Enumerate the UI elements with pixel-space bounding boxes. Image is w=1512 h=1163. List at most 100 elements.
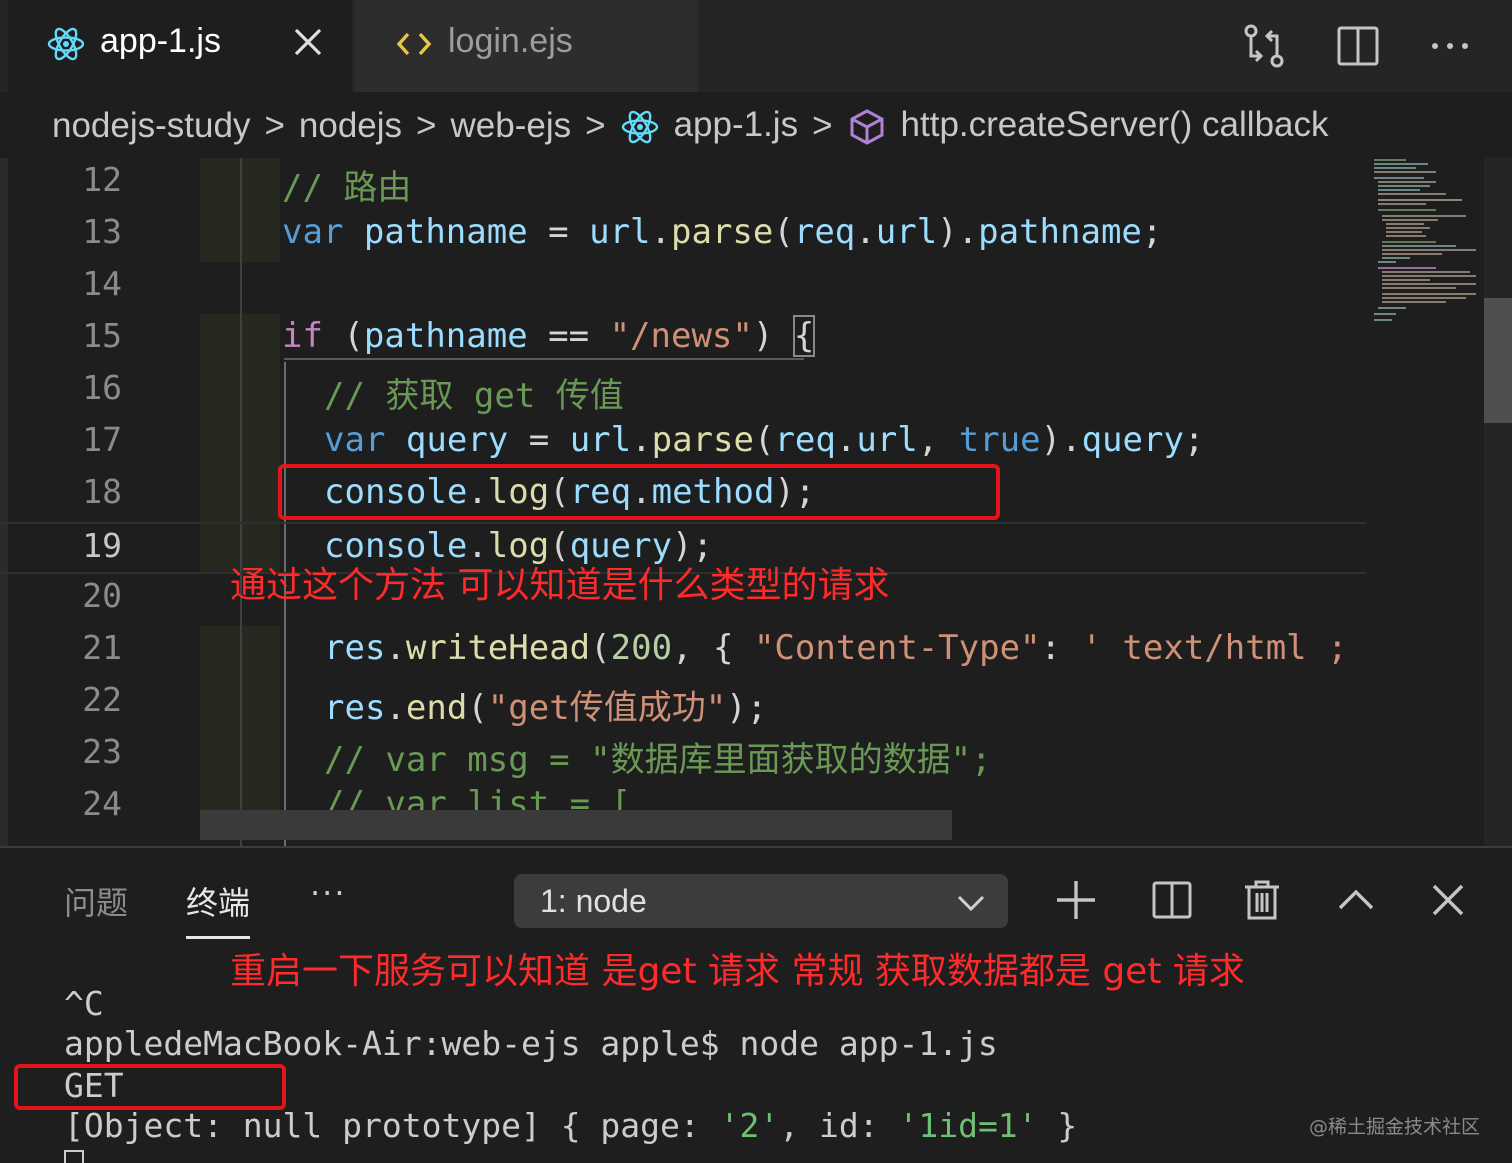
chevron-down-icon (957, 895, 985, 912)
react-icon (621, 110, 658, 144)
token-variable: pathname (363, 212, 528, 252)
token-dot: . (631, 420, 652, 460)
minimap[interactable] (1366, 158, 1484, 846)
token-dot: . (650, 212, 671, 252)
token-variable: req (793, 212, 856, 252)
code-line: 23 // var msg = "数据库里面获取的数据"; (0, 730, 1366, 782)
token-variable: pathname (363, 316, 528, 356)
token-variable: query (405, 420, 509, 460)
terminal-text: , id: (779, 1106, 899, 1145)
terminal-line: appledeMacBook-Air:web-ejs apple$ node a… (64, 1024, 998, 1063)
token-punct: , (917, 420, 959, 460)
line-number: 14 (82, 264, 122, 303)
tab-login-ejs[interactable]: login.ejs (354, 0, 698, 92)
trash-icon[interactable] (1240, 878, 1284, 922)
terminal-cursor (64, 1150, 84, 1163)
token-punct: ( (590, 628, 611, 668)
token-dot: . (385, 628, 406, 668)
breadcrumb-label: http.createServer() callback (900, 105, 1329, 145)
token-punct: : (1040, 628, 1082, 668)
active-tab-indicator (186, 936, 250, 939)
line-number: 21 (82, 628, 122, 667)
token-variable: req (774, 420, 836, 460)
token-dot: . (835, 420, 857, 460)
annotation-text: 重启一下服务可以知道 是get 请求 常规 获取数据都是 get 请求 (230, 951, 1245, 992)
code-line: 16 // 获取 get 传值 (0, 366, 1366, 418)
more-actions-icon[interactable] (1426, 22, 1474, 70)
line-number: 12 (82, 160, 122, 199)
token-operator: = (508, 420, 570, 460)
breadcrumb: nodejs-study > nodejs > web-ejs > app-1.… (0, 92, 1512, 160)
line-number: 15 (82, 316, 122, 355)
token-punct: ). (1040, 420, 1082, 460)
line-number: 20 (82, 576, 122, 615)
token-punct: ( (773, 212, 794, 252)
code-text: res.end("get传值成功"); (324, 680, 767, 729)
token-function: end (405, 688, 468, 728)
token-dot: . (385, 688, 406, 728)
line-number: 24 (82, 784, 122, 823)
symbol-method-cube-icon (850, 109, 884, 145)
line-number: 23 (82, 732, 122, 771)
breadcrumb-item-nodejs-study[interactable]: nodejs-study (52, 106, 250, 146)
chevron-up-icon[interactable] (1334, 878, 1378, 922)
breadcrumb-item-web-ejs[interactable]: web-ejs (451, 106, 572, 146)
code-line: 13 var pathname = url.parse(req.url).pat… (0, 210, 1366, 262)
token-string: ' text/html ; (1081, 628, 1348, 668)
line-number: 13 (82, 212, 122, 251)
close-icon[interactable] (288, 22, 328, 62)
split-editor-icon[interactable] (1334, 22, 1382, 70)
tab-terminal[interactable]: 终端 (186, 878, 250, 924)
tab-app-1-js[interactable]: app-1.js (8, 0, 352, 92)
token-punct: ( (467, 688, 488, 728)
token-punct: ( (753, 420, 775, 460)
token-operator: = (527, 212, 590, 252)
token-keyword: var (282, 212, 344, 252)
plus-icon[interactable] (1054, 878, 1098, 922)
token-string: "/news" (609, 316, 753, 356)
breadcrumb-label: app-1.js (673, 105, 799, 145)
tab-problems[interactable]: 问题 (64, 878, 128, 924)
tab-label: app-1.js (100, 22, 221, 60)
matching-bracket: { (792, 315, 816, 357)
breadcrumb-item-callback[interactable]: http.createServer() callback (847, 105, 1329, 147)
token-punct: ) (752, 316, 794, 356)
compare-changes-icon[interactable] (1240, 22, 1288, 70)
token-function: parse (671, 212, 774, 252)
code-editor[interactable]: 12 // 路由 13 var pathname = url.parse(req… (0, 158, 1512, 846)
terminal-string: '2' (719, 1106, 780, 1145)
breadcrumb-separator: > (812, 106, 833, 145)
token-function: writeHead (405, 628, 591, 668)
tab-bar: app-1.js login.ejs (0, 0, 1512, 92)
split-terminal-icon[interactable] (1150, 878, 1194, 922)
tab-label: login.ejs (448, 22, 573, 60)
more-tabs-button[interactable]: ··· (310, 874, 347, 912)
code-comment: // 路由 (282, 168, 412, 208)
watermark: @稀土掘金技术社区 (1308, 1116, 1480, 1138)
terminal-text: [Object: null prototype] { page: (64, 1106, 720, 1145)
code-comment: // var msg = "数据库里面获取的数据"; (324, 740, 992, 780)
line-number: 18 (82, 472, 122, 511)
token-string: "Content-Type" (753, 628, 1041, 668)
token-variable: query (1081, 420, 1184, 460)
breadcrumb-item-app-1-js[interactable]: app-1.js (620, 105, 799, 147)
token-punct: ); (726, 688, 768, 728)
token-keyword: true (958, 420, 1041, 460)
close-panel-icon[interactable] (1426, 878, 1470, 922)
code-line: 22 res.end("get传值成功"); (0, 678, 1366, 730)
bottom-panel: 问题 终端 ··· 1: node 重启一下服务可以知道 是get 请求 常规 … (0, 846, 1512, 1163)
terminal-select[interactable]: 1: node (514, 874, 1008, 928)
token-number: 200 (610, 628, 673, 668)
breadcrumb-item-nodejs[interactable]: nodejs (299, 106, 402, 146)
vertical-scrollbar[interactable] (1484, 158, 1512, 846)
token-variable: res (324, 688, 386, 728)
breadcrumb-separator: > (585, 106, 606, 145)
react-icon (47, 27, 85, 61)
scrollbar-thumb[interactable] (1484, 298, 1512, 423)
line-number: 19 (82, 526, 122, 565)
token-variable: url (589, 212, 651, 252)
code-line: 21 res.writeHead(200, { "Content-Type": … (0, 626, 1366, 678)
terminal-line: [Object: null prototype] { page: '2', id… (64, 1106, 1077, 1145)
token-punct: , { (672, 628, 754, 668)
horizontal-scrollbar[interactable] (200, 810, 952, 840)
